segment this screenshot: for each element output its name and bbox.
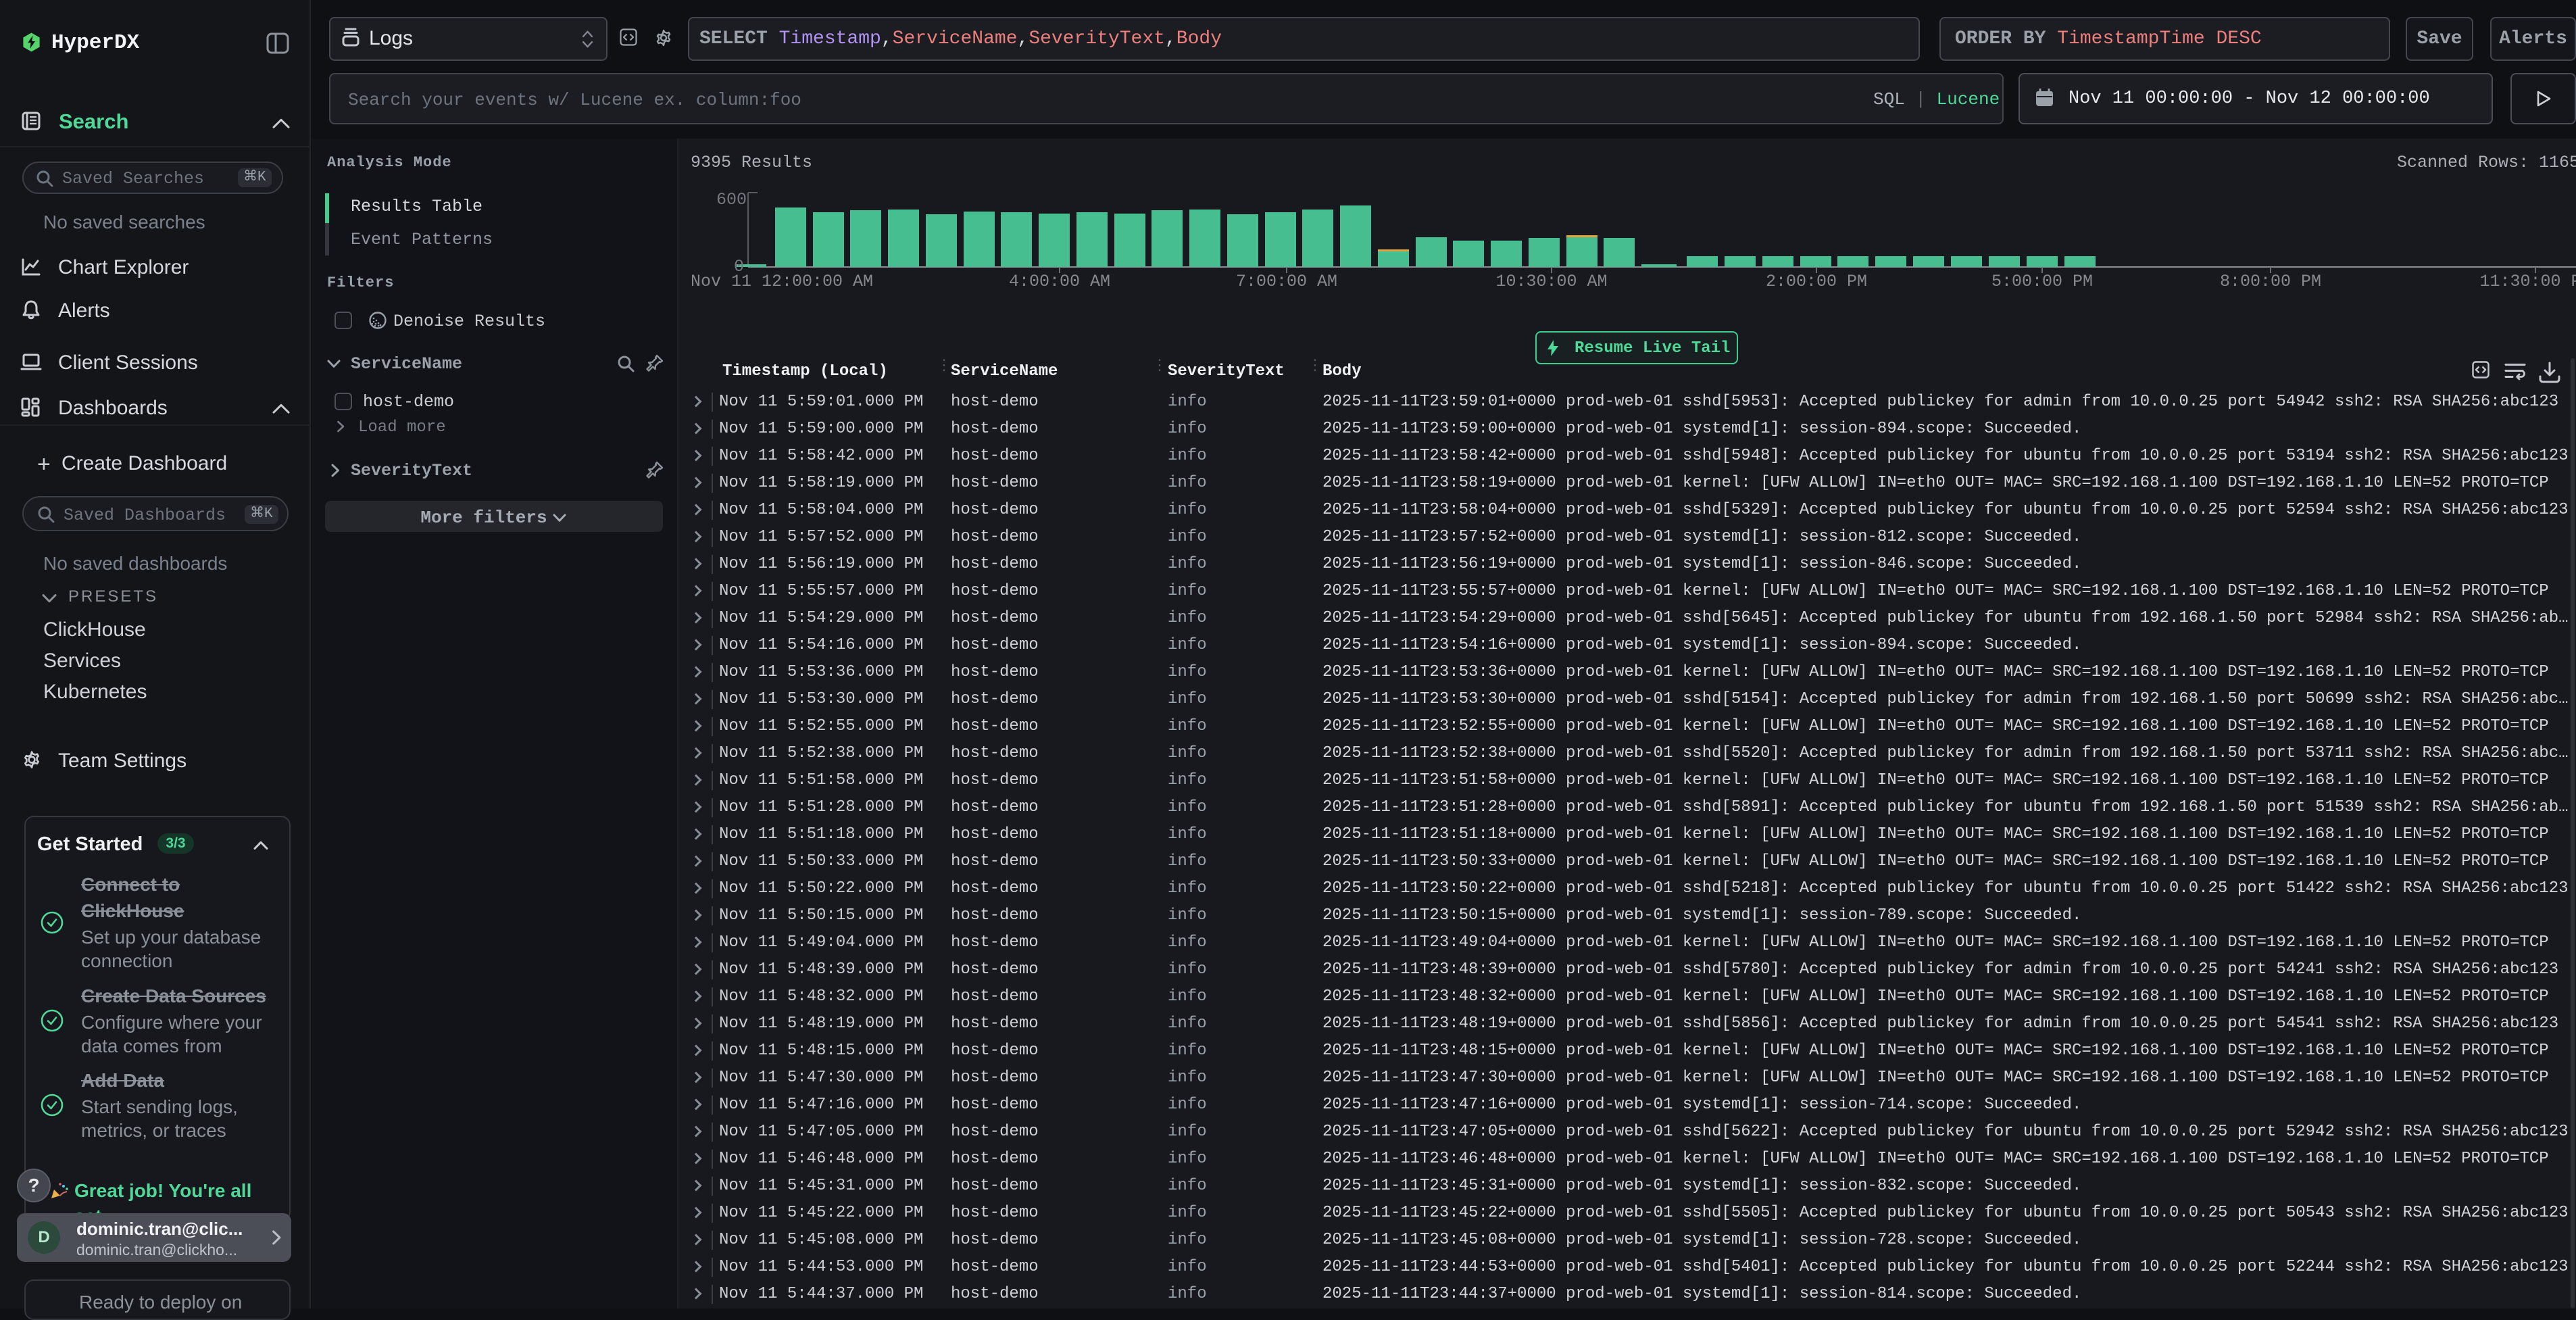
svg-text:2:00:00 PM: 2:00:00 PM (1766, 272, 1867, 291)
svg-text:5:00:00 PM: 5:00:00 PM (1991, 272, 2093, 291)
svg-text:Nov 11 12:00:00 AM: Nov 11 12:00:00 AM (691, 272, 873, 291)
svg-text:11:30:00 PM: 11:30:00 PM (2479, 272, 2576, 291)
svg-text:10:30:00 AM: 10:30:00 AM (1495, 272, 1607, 291)
svg-text:0: 0 (734, 257, 744, 276)
svg-text:600: 600 (716, 190, 747, 210)
svg-text:8:00:00 PM: 8:00:00 PM (2220, 272, 2321, 291)
svg-text:7:00:00 AM: 7:00:00 AM (1236, 272, 1337, 291)
svg-text:4:00:00 AM: 4:00:00 AM (1009, 272, 1110, 291)
